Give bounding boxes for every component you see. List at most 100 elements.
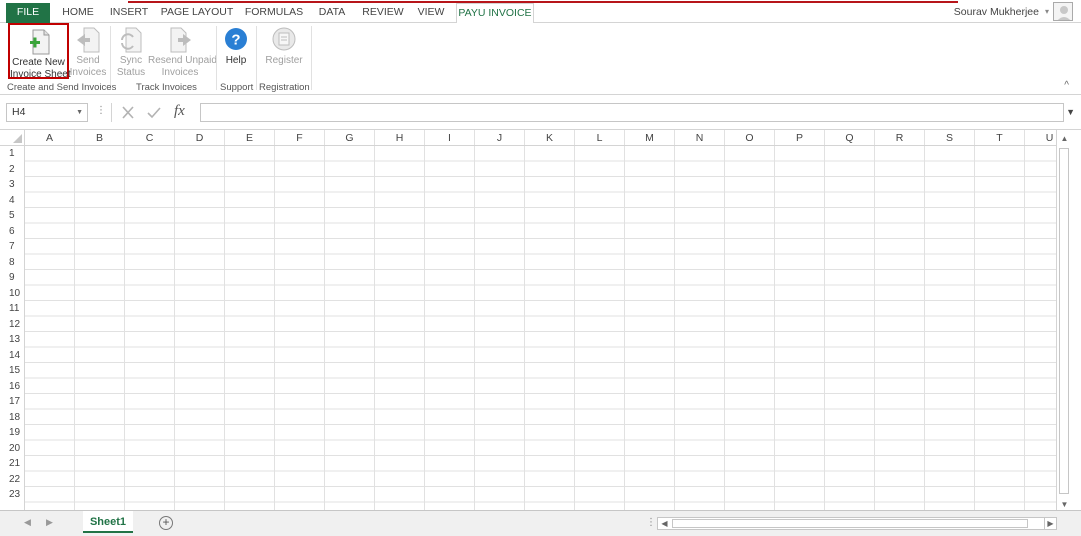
column-header[interactable]: P [775, 130, 825, 145]
column-header[interactable]: U [1025, 130, 1056, 145]
row-header[interactable]: 10 [0, 286, 24, 302]
chevron-down-icon[interactable]: ▾ [1045, 7, 1049, 16]
insert-function-icon[interactable]: fx [174, 103, 185, 120]
column-header[interactable]: H [375, 130, 425, 145]
add-sheet-icon[interactable]: + [159, 516, 173, 530]
column-header[interactable]: S [925, 130, 975, 145]
column-headers: ABCDEFGHIJKLMNOPQRSTU [25, 130, 1056, 146]
user-name[interactable]: Sourav Mukherjee [954, 6, 1039, 18]
row-header[interactable]: 20 [0, 441, 24, 457]
send-invoices-button[interactable]: Send Invoices [69, 23, 107, 79]
register-icon [272, 27, 296, 51]
row-header[interactable]: 15 [0, 363, 24, 379]
sync-status-button[interactable]: Sync Status [114, 23, 148, 79]
column-header[interactable]: R [875, 130, 925, 145]
create-new-invoice-sheet-button[interactable]: Create New Invoice Sheet [8, 23, 71, 80]
resize-handle-icon[interactable]: ⋮ [96, 105, 106, 116]
column-header[interactable]: B [75, 130, 125, 145]
tab-data[interactable]: DATA [313, 3, 351, 23]
horizontal-scrollbar[interactable]: ◀ [657, 517, 1057, 530]
prev-sheet-icon[interactable]: ◀ [24, 517, 31, 528]
collapse-ribbon-icon[interactable]: ^ [1064, 80, 1069, 91]
column-header[interactable]: F [275, 130, 325, 145]
ribbon-tab-bar: FILE HOME INSERT PAGE LAYOUT FORMULAS DA… [0, 0, 1081, 24]
row-header[interactable]: 6 [0, 224, 24, 240]
column-header[interactable]: J [475, 130, 525, 145]
row-header[interactable]: 9 [0, 270, 24, 286]
column-header[interactable]: A [25, 130, 75, 145]
tab-home[interactable]: HOME [58, 3, 98, 23]
worksheet-grid: ABCDEFGHIJKLMNOPQRSTU 1 2 3 4 5 6 7 8 9 10 11 12 13 1… [0, 130, 1081, 510]
column-header[interactable]: C [125, 130, 175, 145]
tab-insert[interactable]: INSERT [107, 3, 151, 23]
vertical-scrollbar[interactable]: ▲ ▼ [1056, 130, 1072, 510]
user-silhouette-icon [1057, 6, 1071, 20]
column-header[interactable]: N [675, 130, 725, 145]
help-label: Help [225, 55, 247, 66]
group-label-registration: Registration [259, 82, 310, 93]
row-header[interactable]: 14 [0, 348, 24, 364]
row-header[interactable]: 13 [0, 332, 24, 348]
row-header[interactable]: 23 [0, 487, 24, 503]
row-header[interactable]: 8 [0, 255, 24, 271]
row-header[interactable]: 17 [0, 394, 24, 410]
enter-check-icon[interactable] [146, 105, 162, 120]
register-button[interactable]: Register [262, 23, 306, 67]
row-header[interactable]: 16 [0, 379, 24, 395]
column-header[interactable]: G [325, 130, 375, 145]
resend-label-2: Invoices [161, 67, 199, 78]
column-header[interactable]: T [975, 130, 1025, 145]
column-header[interactable]: E [225, 130, 275, 145]
resend-unpaid-invoices-button[interactable]: Resend Unpaid Invoices [148, 23, 217, 79]
new-sheet-icon [29, 29, 49, 55]
group-separator [311, 26, 312, 90]
scroll-up-icon[interactable]: ▲ [1057, 132, 1072, 146]
formula-input[interactable] [200, 103, 1064, 122]
ribbon-payu-invoice: Create New Invoice Sheet Send Invoices S… [0, 23, 1081, 95]
row-header[interactable]: 21 [0, 456, 24, 472]
sheet-tab-sheet1[interactable]: Sheet1 [83, 511, 133, 533]
help-button[interactable]: ? Help [220, 23, 252, 67]
row-header[interactable]: 22 [0, 472, 24, 488]
column-header[interactable]: I [425, 130, 475, 145]
sync-label-1: Sync [119, 55, 143, 66]
create-new-label-2: Invoice Sheet [10, 69, 71, 80]
column-header[interactable]: O [725, 130, 775, 145]
cancel-icon[interactable] [120, 105, 136, 120]
tab-formulas[interactable]: FORMULAS [243, 3, 305, 23]
row-header[interactable]: 12 [0, 317, 24, 333]
column-header[interactable]: Q [825, 130, 875, 145]
chevron-down-icon[interactable]: ▼ [76, 104, 83, 121]
scroll-right-icon[interactable]: ▶ [1044, 517, 1057, 530]
select-all-button[interactable] [0, 130, 25, 146]
vertical-scroll-thumb[interactable] [1059, 148, 1069, 494]
column-header[interactable]: L [575, 130, 625, 145]
tab-payu-invoice[interactable]: PAYU INVOICE [456, 3, 534, 24]
column-header[interactable]: D [175, 130, 225, 145]
row-header[interactable]: 3 [0, 177, 24, 193]
tab-split-handle-icon[interactable]: ⋮ [646, 517, 656, 528]
register-label: Register [265, 55, 303, 66]
name-box[interactable]: H4 ▼ [6, 103, 88, 122]
cell-area[interactable] [25, 146, 1056, 510]
avatar[interactable] [1053, 2, 1073, 21]
row-header[interactable]: 7 [0, 239, 24, 255]
horizontal-scroll-thumb[interactable] [672, 519, 1028, 528]
expand-formula-bar-icon[interactable]: ▼ [1066, 107, 1075, 117]
tab-page-layout[interactable]: PAGE LAYOUT [160, 3, 234, 23]
tab-file[interactable]: FILE [6, 3, 50, 23]
next-sheet-icon[interactable]: ▶ [46, 517, 53, 528]
row-header[interactable]: 18 [0, 410, 24, 426]
column-header[interactable]: M [625, 130, 675, 145]
row-header[interactable]: 19 [0, 425, 24, 441]
scroll-left-icon[interactable]: ◀ [658, 518, 671, 529]
tab-view[interactable]: VIEW [414, 3, 448, 23]
row-header[interactable]: 1 [0, 146, 24, 162]
tab-review[interactable]: REVIEW [360, 3, 406, 23]
row-header[interactable]: 2 [0, 162, 24, 178]
column-header[interactable]: K [525, 130, 575, 145]
group-separator [216, 26, 217, 90]
row-header[interactable]: 11 [0, 301, 24, 317]
row-header[interactable]: 5 [0, 208, 24, 224]
row-header[interactable]: 4 [0, 193, 24, 209]
